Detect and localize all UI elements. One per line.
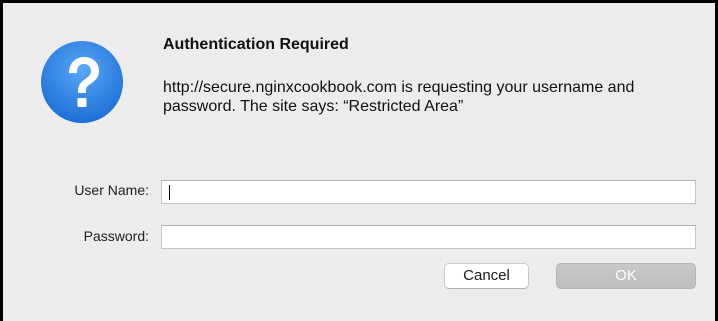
cancel-button[interactable]: Cancel xyxy=(444,263,529,289)
text-caret xyxy=(169,185,170,200)
dialog-title: Authentication Required xyxy=(163,36,349,53)
username-label: User Name: xyxy=(74,182,149,198)
username-input[interactable] xyxy=(161,180,696,204)
dialog-message: http://secure.nginxcookbook.com is reque… xyxy=(163,79,635,115)
password-input[interactable] xyxy=(161,225,696,249)
password-label: Password: xyxy=(83,228,149,244)
question-mark-icon xyxy=(41,41,123,123)
ok-button[interactable]: OK xyxy=(556,263,696,289)
auth-dialog: Authentication Required http://secure.ng… xyxy=(3,3,715,321)
